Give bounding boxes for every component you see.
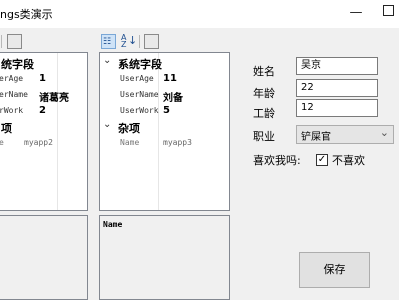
job-select[interactable]: 铲屎官 ⌄ [296,125,394,144]
property-name: UserWork [120,106,159,115]
job-label: 职业 [253,130,275,143]
property-row[interactable]: erName 诸葛亮 [0,87,87,104]
category-row[interactable]: 项 [0,119,87,135]
property-name: rWork [0,106,24,115]
category-label: 项 [1,122,12,135]
title-bar: ngs类演示 — [0,0,399,28]
property-value[interactable]: 11 [163,73,177,84]
name-field[interactable]: 吴京 [296,57,378,75]
property-name: e [0,138,4,147]
toolbar-separator [139,35,140,48]
property-row[interactable]: rWork 2 [0,103,87,119]
property-name: UserName [120,90,159,99]
property-row[interactable]: UserWork 5 [100,103,229,119]
category-label: 统字段 [1,58,34,71]
alphabetical-glyph: AZ [121,33,127,49]
age-field[interactable]: 22 [296,79,378,97]
alphabetical-icon[interactable]: AZ ↓ [119,33,138,49]
category-row[interactable]: ⌄ 统字段 [0,55,87,71]
job-select-value: 铲屎官 [301,132,331,143]
property-value[interactable]: myapp3 [163,138,192,147]
age-label: 年龄 [253,87,275,100]
property-name: Name [120,138,140,147]
minimize-button[interactable]: — [346,4,366,22]
left-grid-toolbar [0,34,40,50]
property-row[interactable]: erAge 1 [0,71,87,87]
left-description-panel [0,215,88,300]
left-property-grid[interactable]: ⌄ 统字段 erAge 1 erName 诸葛亮 rWork 2 项 e mya… [0,52,88,211]
collapse-icon[interactable]: ⌄ [103,55,111,66]
property-pages-icon[interactable] [144,34,159,49]
work-years-field[interactable]: 12 [296,99,378,117]
name-label: 姓名 [253,65,275,78]
right-grid-toolbar: ☷ AZ ↓ [100,34,160,50]
categorized-glyph: ☷ [103,37,112,47]
property-pages-icon[interactable] [7,34,22,49]
like-checkbox[interactable]: ✓ [316,154,328,166]
collapse-icon[interactable]: ⌄ [103,119,111,130]
property-value[interactable]: 5 [163,105,170,116]
category-row[interactable]: ⌄ 系统字段 [100,55,229,71]
like-checkbox-label[interactable]: 不喜欢 [332,152,365,168]
check-icon: ✓ [317,154,327,165]
right-property-grid[interactable]: ⌄ 系统字段 UserAge 11 UserName 刘备 UserWork 5… [99,52,230,211]
property-name: UserAge [120,74,154,83]
chevron-down-icon: ⌄ [379,126,389,139]
property-row[interactable]: Name myapp3 [100,135,229,151]
property-name: erName [0,90,28,99]
window-title: ngs类演示 [0,8,53,21]
category-label: 系统字段 [118,58,162,71]
property-row[interactable]: UserAge 11 [100,71,229,87]
property-value[interactable]: 诸葛亮 [39,89,69,104]
property-row[interactable]: UserName 刘备 [100,87,229,104]
category-label: 杂项 [118,122,140,135]
save-button[interactable]: 保存 [299,252,370,288]
categorized-icon[interactable]: ☷ [101,34,116,49]
description-title: Name [103,220,123,229]
property-name: erAge [0,74,24,83]
property-row[interactable]: e myapp2 [0,135,87,151]
category-row[interactable]: ⌄ 杂项 [100,119,229,135]
work-years-label: 工龄 [253,107,275,120]
sort-arrow-icon: ↓ [128,34,138,47]
property-value[interactable]: myapp2 [24,138,53,147]
minimize-icon: — [349,5,363,20]
maximize-button[interactable] [378,4,398,22]
toolbar-separator [1,35,2,48]
property-value[interactable]: 1 [39,73,46,84]
right-description-panel: Name [99,215,230,300]
maximize-icon [382,5,394,16]
like-label: 喜欢我吗: [253,154,301,167]
property-value[interactable]: 2 [39,105,46,116]
property-value[interactable]: 刘备 [163,89,183,104]
